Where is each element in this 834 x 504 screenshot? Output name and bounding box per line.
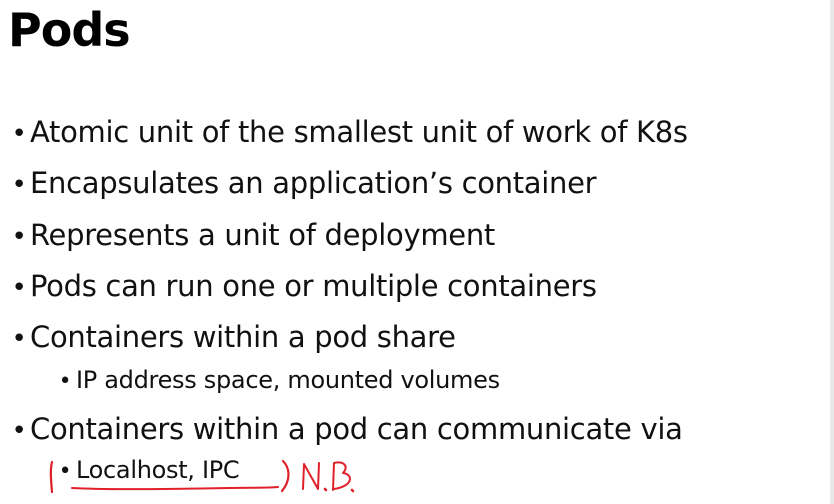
bullet-text: Pods can run one or multiple containers — [30, 269, 597, 303]
bullet-text: Containers within a pod can communicate … — [30, 412, 683, 446]
bullet-dot-icon: • — [58, 459, 72, 484]
slide-edge — [830, 0, 834, 504]
bullet-text: Atomic unit of the smallest unit of work… — [30, 115, 688, 149]
sub-bullet-item: • IP address space, mounted volumes — [54, 366, 500, 396]
sub-bullet-text: Localhost, IPC — [76, 456, 240, 484]
sub-bullet-text: IP address space, mounted volumes — [76, 366, 500, 394]
bullet-dot-icon: • — [11, 324, 27, 354]
slide: Pods • Atomic unit of the smallest unit o… — [0, 0, 834, 504]
bullet-item: • Containers within a pod share — [8, 320, 456, 356]
bullet-text: Containers within a pod share — [30, 320, 456, 354]
sub-bullet-item: • Localhost, IPC — [54, 456, 240, 486]
bullet-dot-icon: • — [11, 170, 27, 200]
bullet-dot-icon: • — [58, 369, 72, 394]
bullet-text: Represents a unit of deployment — [30, 218, 495, 252]
bullet-list: • Atomic unit of the smallest unit of wor… — [8, 0, 828, 504]
bullet-dot-icon: • — [11, 119, 27, 149]
bullet-item: • Pods can run one or multiple containers — [8, 269, 597, 305]
bullet-text: Encapsulates an application’s container — [30, 166, 597, 200]
bullet-dot-icon: • — [11, 273, 27, 303]
bullet-item: • Represents a unit of deployment — [8, 218, 495, 254]
bullet-dot-icon: • — [11, 416, 27, 446]
bullet-item: • Atomic unit of the smallest unit of wor… — [8, 115, 688, 151]
bullet-dot-icon: • — [11, 222, 27, 252]
bullet-item: • Containers within a pod can communicate… — [8, 412, 683, 448]
bullet-item: • Encapsulates an application’s container — [8, 166, 596, 202]
